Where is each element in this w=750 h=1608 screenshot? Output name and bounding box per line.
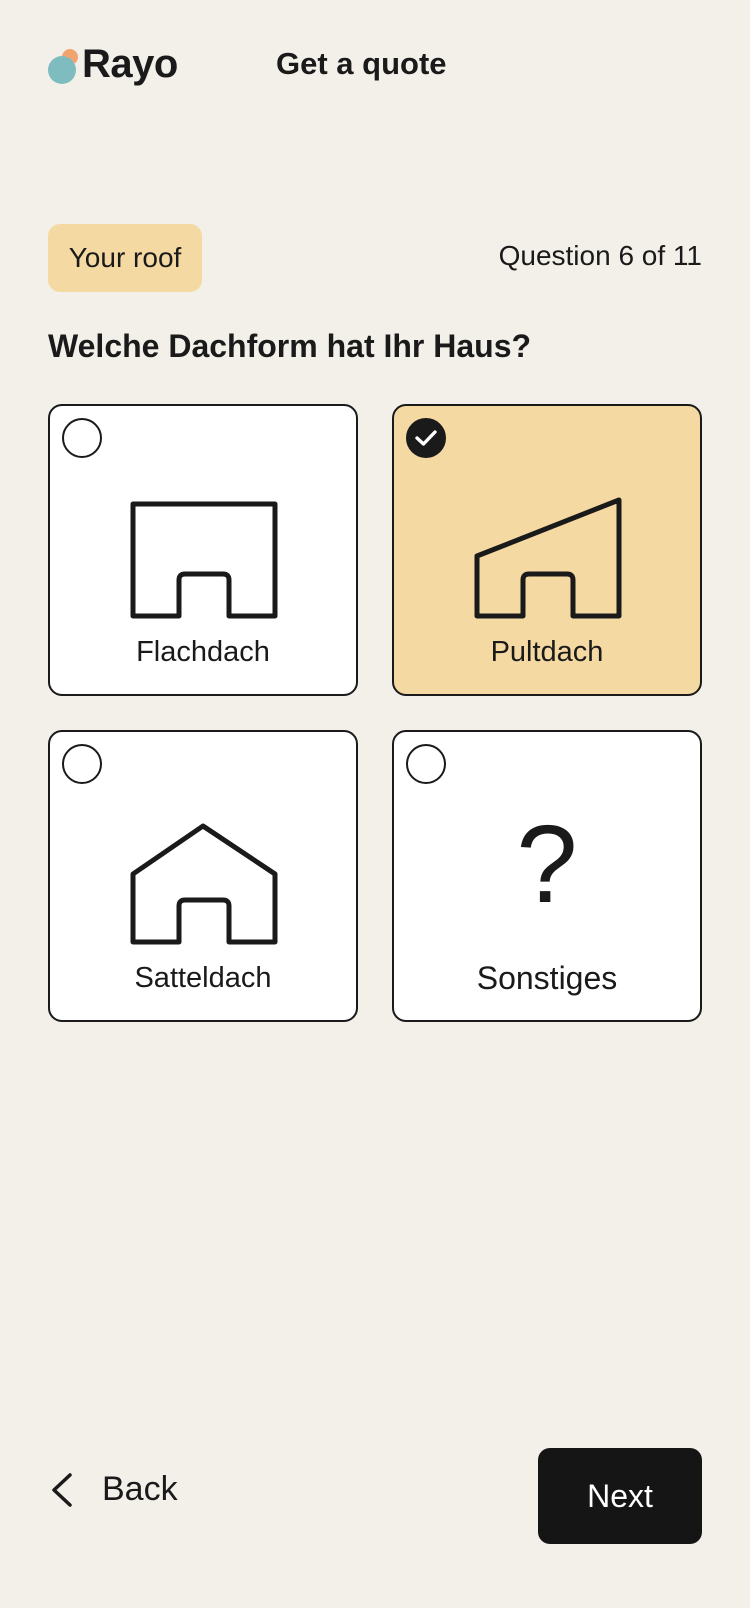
option-label: Pultdach bbox=[490, 636, 604, 668]
checkmark-icon bbox=[415, 430, 437, 446]
option-label: Satteldach bbox=[134, 962, 272, 994]
page-title: Get a quote bbox=[276, 46, 447, 81]
back-label: Back bbox=[102, 1470, 178, 1508]
roof-options-grid: Flachdach Pultdach Satteldach ? Sonstige… bbox=[48, 404, 702, 1022]
question-heading: Welche Dachform hat Ihr Haus? bbox=[48, 328, 532, 364]
radio-checked[interactable] bbox=[406, 418, 446, 458]
logo[interactable]: Rayo bbox=[48, 42, 178, 87]
gable-roof-house-icon bbox=[130, 823, 278, 945]
logo-mark-icon bbox=[48, 45, 80, 85]
option-label: Flachdach bbox=[136, 636, 270, 668]
option-label: Sonstiges bbox=[476, 960, 618, 996]
back-button[interactable]: Back bbox=[48, 1470, 178, 1509]
chevron-left-icon bbox=[52, 1472, 72, 1507]
option-flachdach[interactable]: Flachdach bbox=[48, 404, 358, 696]
question-mark-icon: ? bbox=[516, 803, 578, 926]
radio-unchecked[interactable] bbox=[62, 744, 102, 784]
logo-dot-teal bbox=[48, 55, 76, 84]
radio-unchecked[interactable] bbox=[406, 744, 446, 784]
flat-roof-house-icon bbox=[130, 501, 278, 619]
radio-unchecked[interactable] bbox=[62, 418, 102, 458]
header: Rayo Get a quote bbox=[48, 36, 702, 92]
option-pultdach[interactable]: Pultdach bbox=[392, 404, 702, 696]
option-sonstiges[interactable]: ? Sonstiges bbox=[392, 730, 702, 1022]
section-badge: Your roof bbox=[48, 224, 202, 292]
next-button[interactable]: Next bbox=[538, 1448, 702, 1544]
footer-nav: Back Next bbox=[48, 1448, 702, 1544]
question-counter: Question 6 of 11 bbox=[498, 240, 702, 271]
option-satteldach[interactable]: Satteldach bbox=[48, 730, 358, 1022]
shed-roof-house-icon bbox=[474, 497, 622, 619]
logo-text: Rayo bbox=[82, 42, 178, 86]
